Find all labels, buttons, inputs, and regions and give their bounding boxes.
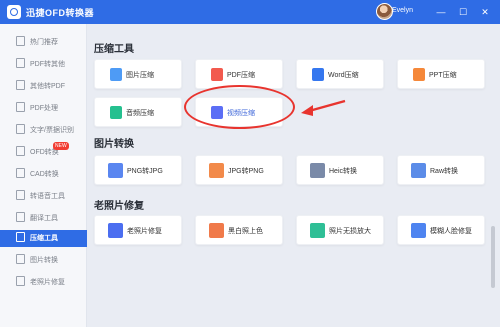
tool-label: 图片压缩	[126, 72, 154, 79]
sidebar-item-label: 热门推荐	[30, 39, 58, 46]
sidebar-item-image-convert[interactable]: 图片转换	[0, 252, 87, 267]
tool-ppt-compress[interactable]: PPT压缩	[397, 59, 485, 89]
sidebar-item-speech[interactable]: 转语音工具	[0, 188, 87, 203]
tool-old-photo-repair[interactable]: 老照片修复	[94, 215, 182, 245]
app-logo-icon	[7, 5, 21, 19]
fire-icon	[16, 36, 25, 46]
annotation-ellipse	[184, 85, 295, 129]
ofd-icon	[16, 146, 25, 156]
sidebar-item-label: 老照片修复	[30, 279, 65, 286]
main-content: 压缩工具 图片压缩 PDF压缩 Word压缩 PPT压缩 音频压缩 视频压缩 图…	[88, 24, 500, 327]
speech-icon	[16, 190, 25, 200]
cad-icon	[16, 168, 25, 178]
tool-colorize[interactable]: 黑白照上色	[195, 215, 283, 245]
audio-compress-icon	[110, 106, 122, 119]
sidebar-item-label: 转语音工具	[30, 193, 65, 200]
tool-jpg-to-png[interactable]: JPG转PNG	[195, 155, 283, 185]
title-bar: 迅捷OFD转换器 Evelyn — ☐ ✕	[0, 0, 500, 24]
tool-word-compress[interactable]: Word压缩	[296, 59, 384, 89]
sidebar: 热门推荐 PDF转其他 其他转PDF PDF处理 文字/票据识别 OFD转换 N…	[0, 24, 87, 327]
section-title: 压缩工具	[94, 44, 134, 55]
sidebar-item-hot[interactable]: 热门推荐	[0, 34, 87, 49]
tool-label: 模糊人脸修复	[430, 228, 472, 235]
tool-label: Heic转换	[329, 168, 358, 175]
tool-label: PNG转JPG	[127, 168, 163, 175]
tool-label: 音频压缩	[126, 110, 154, 117]
png-to-jpg-icon	[108, 163, 123, 178]
tool-raw-convert[interactable]: Raw转换	[397, 155, 485, 185]
section-title: 老照片修复	[94, 201, 144, 212]
close-button[interactable]: ✕	[478, 5, 492, 19]
app-title: 迅捷OFD转换器	[26, 8, 94, 18]
new-badge: NEW	[53, 142, 69, 150]
sidebar-item-label: 其他转PDF	[30, 83, 65, 90]
tool-audio-compress[interactable]: 音频压缩	[94, 97, 182, 127]
tool-label: 老照片修复	[127, 228, 162, 235]
sidebar-item-pdf-to-other[interactable]: PDF转其他	[0, 56, 87, 71]
tool-label: Raw转换	[430, 168, 459, 175]
maximize-button[interactable]: ☐	[456, 5, 470, 19]
tool-label: Word压缩	[328, 72, 359, 79]
sidebar-item-old-photo[interactable]: 老照片修复	[0, 274, 87, 289]
translate-icon	[16, 212, 25, 222]
avatar[interactable]	[376, 3, 393, 20]
sidebar-item-compress[interactable]: 压缩工具	[0, 230, 87, 247]
sidebar-item-pdf-process[interactable]: PDF处理	[0, 100, 87, 115]
sidebar-item-label: 压缩工具	[30, 235, 58, 242]
pdf-compress-icon	[211, 68, 223, 81]
old-photo-repair-icon	[108, 223, 123, 238]
raw-icon	[411, 163, 426, 178]
pdf-icon	[16, 58, 25, 68]
document-icon	[16, 102, 25, 112]
image-icon	[16, 254, 25, 264]
section-title: 图片转换	[94, 139, 134, 150]
username[interactable]: Evelyn	[392, 7, 413, 14]
tool-label: PPT压缩	[429, 72, 457, 79]
compress-icon	[16, 232, 25, 242]
tool-heic-convert[interactable]: Heic转换	[296, 155, 384, 185]
sidebar-item-label: PDF转其他	[30, 61, 65, 68]
tool-label: 黑白照上色	[228, 228, 263, 235]
tool-face-repair[interactable]: 模糊人脸修复	[397, 215, 485, 245]
tool-label: PDF压缩	[227, 72, 255, 79]
ppt-compress-icon	[413, 68, 425, 81]
photo-enlarge-icon	[310, 223, 325, 238]
scrollbar[interactable]	[491, 226, 495, 288]
convert-icon	[16, 80, 25, 90]
annotation-arrow-icon	[301, 99, 346, 116]
colorize-icon	[209, 223, 224, 238]
tool-image-compress[interactable]: 图片压缩	[94, 59, 182, 89]
sidebar-item-ofd[interactable]: OFD转换 NEW	[0, 142, 87, 159]
heic-icon	[310, 163, 325, 178]
tool-label: JPG转PNG	[228, 168, 264, 175]
sidebar-item-label: 翻译工具	[30, 215, 58, 222]
jpg-to-png-icon	[209, 163, 224, 178]
tool-png-to-jpg[interactable]: PNG转JPG	[94, 155, 182, 185]
sidebar-item-label: 图片转换	[30, 257, 58, 264]
face-repair-icon	[411, 223, 426, 238]
minimize-button[interactable]: —	[434, 5, 448, 19]
sidebar-item-ocr[interactable]: 文字/票据识别	[0, 122, 87, 137]
scan-icon	[16, 124, 25, 134]
image-compress-icon	[110, 68, 122, 81]
sidebar-item-label: CAD转换	[30, 171, 59, 178]
sidebar-item-other-to-pdf[interactable]: 其他转PDF	[0, 78, 87, 93]
photo-icon	[16, 276, 25, 286]
tool-label: 照片无损放大	[329, 228, 371, 235]
sidebar-item-label: 文字/票据识别	[30, 127, 74, 134]
sidebar-item-translate[interactable]: 翻译工具	[0, 210, 87, 225]
word-compress-icon	[312, 68, 324, 81]
tool-photo-enlarge[interactable]: 照片无损放大	[296, 215, 384, 245]
sidebar-item-cad[interactable]: CAD转换	[0, 166, 87, 181]
sidebar-item-label: PDF处理	[30, 105, 58, 112]
